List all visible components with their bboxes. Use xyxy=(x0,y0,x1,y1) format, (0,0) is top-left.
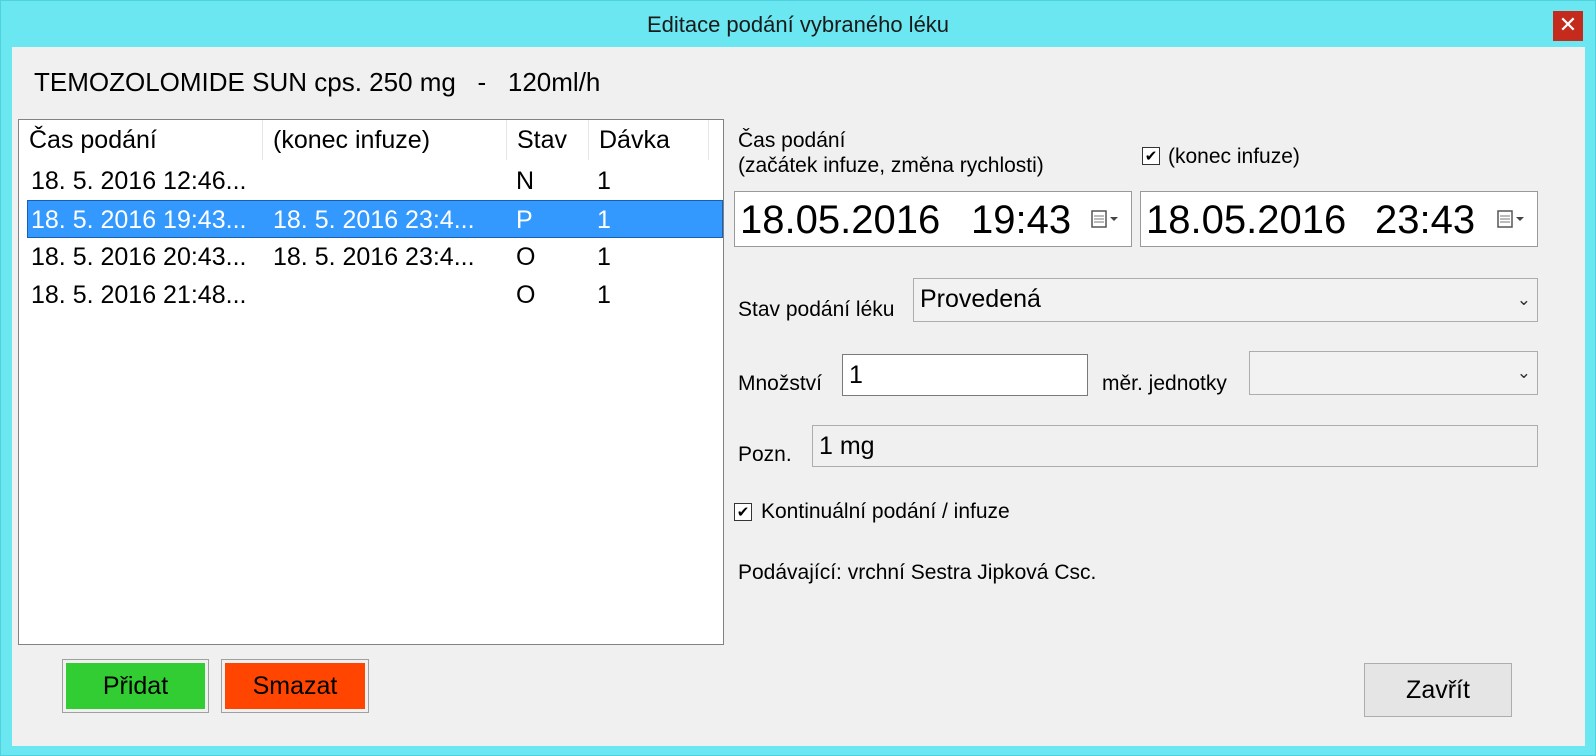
close-window-button[interactable]: ✕ xyxy=(1553,11,1583,41)
row-status: O xyxy=(516,281,536,309)
continuous-label[interactable]: Kontinuální podání / infuze xyxy=(761,500,1010,524)
column-header-status[interactable]: Stav xyxy=(507,120,589,160)
drug-separator: - xyxy=(477,67,487,97)
note-field[interactable]: 1 mg xyxy=(812,425,1538,467)
end-date: 18.05.2016 xyxy=(1146,198,1347,242)
quantity-input[interactable]: 1 xyxy=(842,354,1088,396)
column-header-end[interactable]: (konec infuze) xyxy=(263,120,507,160)
row-status: O xyxy=(516,243,536,271)
status-value: Provedená xyxy=(920,285,1041,313)
chevron-down-icon: ⌄ xyxy=(1516,290,1531,309)
row-time: 18. 5. 2016 21:48... xyxy=(31,281,247,309)
delete-button-label: Smazat xyxy=(225,663,365,709)
drug-name: TEMOZOLOMIDE SUN cps. 250 mg xyxy=(34,67,456,97)
status-select[interactable]: Provedená ⌄ xyxy=(913,278,1538,322)
unit-select[interactable]: ⌄ xyxy=(1249,351,1538,395)
status-label: Stav podání léku xyxy=(738,298,895,321)
window-title: Editace podání vybraného léku xyxy=(646,12,950,37)
row-time: 18. 5. 2016 12:46... xyxy=(31,167,247,195)
row-dose: 1 xyxy=(597,243,611,271)
time-sublabel: (začátek infuze, změna rychlosti) xyxy=(738,154,1044,177)
close-button[interactable]: Zavřít xyxy=(1364,663,1512,717)
row-status: P xyxy=(516,206,533,234)
row-end: 18. 5. 2016 23:4... xyxy=(273,206,475,234)
column-header-dose[interactable]: Dávka xyxy=(589,120,709,160)
end-time: 23:43 xyxy=(1375,198,1476,242)
dialog-window: Editace podání vybraného léku ✕ TEMOZOLO… xyxy=(0,0,1596,756)
title-bar[interactable]: Editace podání vybraného léku ✕ xyxy=(1,1,1595,47)
administrator-text: Podávající: vrchní Sestra Jipková Csc. xyxy=(738,561,1097,584)
start-time: 19:43 xyxy=(971,198,1072,242)
list-row[interactable]: 18. 5. 2016 21:48... O 1 xyxy=(27,276,723,314)
row-dose: 1 xyxy=(597,167,611,195)
end-infusion-label[interactable]: (konec infuze) xyxy=(1168,145,1300,169)
add-button-label: Přidat xyxy=(66,663,205,709)
quantity-label: Množství xyxy=(738,372,823,395)
start-datetime-picker[interactable]: 18.05.2016 19:43 xyxy=(734,191,1132,247)
end-infusion-checkbox[interactable]: ✔ xyxy=(1142,147,1160,165)
unit-label: měr. jednotky xyxy=(1102,372,1227,395)
note-label: Pozn. xyxy=(738,443,792,466)
delete-button[interactable]: Smazat xyxy=(221,659,369,713)
start-date: 18.05.2016 xyxy=(740,198,941,242)
administration-list[interactable]: Čas podání (konec infuze) Stav Dávka 18.… xyxy=(18,119,724,645)
list-header: Čas podání (konec infuze) Stav Dávka xyxy=(19,120,723,160)
continuous-checkbox[interactable]: ✔ xyxy=(734,503,752,521)
chevron-down-icon: ⌄ xyxy=(1516,363,1531,382)
row-status: N xyxy=(516,167,535,195)
drug-rate: 120ml/h xyxy=(507,67,601,97)
list-row[interactable]: 18. 5. 2016 20:43... 18. 5. 2016 23:4...… xyxy=(27,238,723,276)
add-button[interactable]: Přidat xyxy=(62,659,209,713)
drug-header: TEMOZOLOMIDE SUN cps. 250 mg - 120ml/h xyxy=(34,67,600,98)
row-dose: 1 xyxy=(597,281,611,309)
row-time: 18. 5. 2016 19:43... xyxy=(31,206,247,234)
dialog-content: TEMOZOLOMIDE SUN cps. 250 mg - 120ml/h Č… xyxy=(12,47,1585,746)
list-row-selected[interactable]: 18. 5. 2016 19:43... 18. 5. 2016 23:4...… xyxy=(27,200,723,238)
end-datetime-picker[interactable]: 18.05.2016 23:43 xyxy=(1140,191,1538,247)
column-header-time[interactable]: Čas podání xyxy=(19,120,263,160)
calendar-dropdown-icon[interactable] xyxy=(1091,210,1121,228)
row-time: 18. 5. 2016 20:43... xyxy=(31,243,247,271)
row-dose: 1 xyxy=(597,206,611,234)
time-label: Čas podání xyxy=(738,129,846,152)
list-row[interactable]: 18. 5. 2016 12:46... N 1 xyxy=(27,162,723,200)
row-end: 18. 5. 2016 23:4... xyxy=(273,243,475,271)
calendar-dropdown-icon[interactable] xyxy=(1497,210,1527,228)
